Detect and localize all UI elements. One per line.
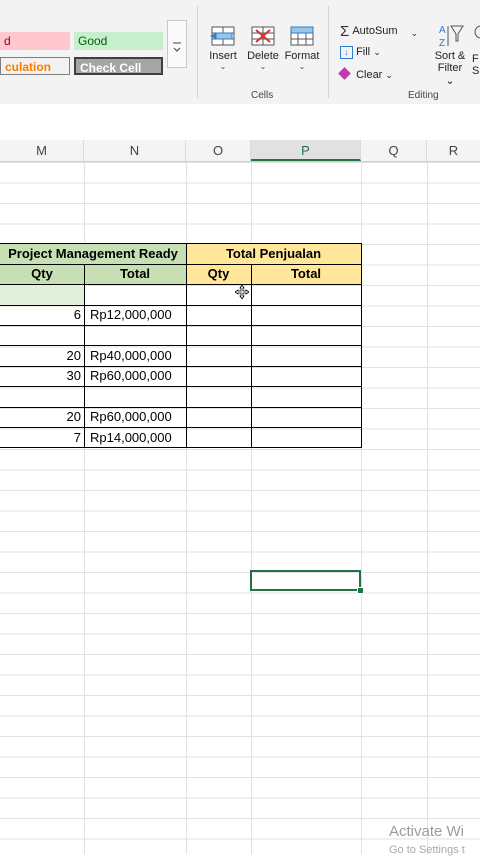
delete-label: Delete: [247, 50, 279, 62]
find-icon: [474, 25, 480, 39]
style-good[interactable]: Good: [74, 32, 163, 50]
table-border: [0, 407, 361, 408]
cells-group-label: Cells: [251, 90, 274, 101]
total-cell[interactable]: Rp40,000,000: [84, 346, 186, 366]
qty-cell[interactable]: [0, 387, 84, 407]
subheader-qty[interactable]: Qty: [0, 264, 84, 284]
sigma-icon: Σ: [340, 23, 350, 40]
table-border: [84, 264, 85, 448]
qty-cell[interactable]: 6: [0, 305, 84, 325]
chevron-down-icon: [173, 42, 181, 52]
subheader-total[interactable]: Total: [251, 264, 361, 284]
find-select-button[interactable]: F S: [472, 22, 480, 77]
total-cell[interactable]: Rp14,000,000: [84, 428, 186, 448]
total-cell[interactable]: Rp12,000,000: [84, 305, 186, 325]
fill-handle[interactable]: [357, 587, 364, 594]
column-header-r[interactable]: R: [427, 140, 480, 161]
gridline: [427, 162, 428, 854]
table-border: [0, 345, 361, 346]
table-border: [0, 284, 361, 285]
formula-bar-area: [0, 104, 480, 140]
sort-filter-icon: A Z: [439, 25, 464, 49]
fill-down-icon: ↓: [340, 46, 353, 59]
move-cursor-icon: [234, 284, 250, 304]
column-header-q[interactable]: Q: [361, 140, 427, 161]
column-header-o[interactable]: O: [186, 140, 251, 161]
eraser-icon: [338, 67, 351, 80]
qty-cell[interactable]: [0, 285, 84, 305]
fill-button[interactable]: ↓ Fill ⌄: [340, 46, 381, 59]
total-cell[interactable]: [84, 387, 186, 407]
qty-cell[interactable]: 30: [0, 366, 84, 386]
chevron-down-icon: ⌄: [385, 70, 393, 80]
format-cells-icon: [290, 26, 314, 46]
ribbon-separator: [328, 6, 329, 98]
style-calculation[interactable]: culation: [0, 57, 70, 75]
table-border: [0, 427, 361, 428]
header-project-management-ready[interactable]: Project Management Ready: [0, 243, 186, 264]
delete-cells-icon: [251, 26, 275, 46]
column-header-n[interactable]: N: [84, 140, 186, 161]
chevron-down-icon: ⌄: [373, 47, 381, 57]
autosum-button[interactable]: Σ AutoSum ⌄: [340, 23, 418, 40]
activation-watermark-subtext: Go to Settings t: [389, 844, 465, 856]
qty-cell[interactable]: 20: [0, 346, 84, 366]
svg-text:Z: Z: [439, 38, 445, 49]
table-border: [0, 325, 361, 326]
svg-text:A: A: [439, 25, 446, 36]
insert-button[interactable]: Insert ⌄: [204, 24, 242, 71]
styles-gallery-more-button[interactable]: [167, 20, 187, 68]
subheader-qty[interactable]: Qty: [186, 264, 251, 284]
table-border: [0, 243, 361, 244]
table-border: [0, 366, 361, 367]
qty-cell[interactable]: 7: [0, 428, 84, 448]
column-header-p[interactable]: P: [251, 140, 361, 161]
total-cell[interactable]: [84, 285, 186, 305]
table-border: [361, 243, 362, 448]
delete-button[interactable]: Delete ⌄: [244, 24, 282, 71]
column-header-m[interactable]: M: [0, 140, 84, 161]
ribbon: d Good culation Check Cell Insert ⌄ Dele…: [0, 0, 480, 105]
activation-watermark: Activate Wi: [389, 823, 465, 840]
style-check-cell[interactable]: Check Cell: [74, 57, 163, 75]
table-border: [186, 243, 187, 448]
table-border: [0, 264, 361, 265]
table-border: [251, 264, 252, 448]
style-bad[interactable]: d: [0, 32, 70, 50]
ribbon-separator: [197, 6, 198, 98]
insert-cells-icon: [210, 26, 235, 46]
qty-cell[interactable]: 20: [0, 407, 84, 427]
subheader-total[interactable]: Total: [84, 264, 186, 284]
format-button[interactable]: Format ⌄: [284, 24, 320, 71]
chevron-down-icon: ⌄: [410, 28, 419, 38]
table-border: [0, 386, 361, 387]
qty-cell[interactable]: [0, 325, 84, 345]
editing-group-label: Editing: [408, 90, 439, 101]
table-border: [0, 447, 361, 448]
header-total-penjualan[interactable]: Total Penjualan: [186, 243, 361, 264]
sort-filter-button[interactable]: A Z Sort & Filter ⌄: [432, 22, 468, 87]
insert-label: Insert: [209, 50, 237, 62]
total-cell[interactable]: Rp60,000,000: [84, 407, 186, 427]
total-cell[interactable]: Rp60,000,000: [84, 366, 186, 386]
clear-button[interactable]: Clear ⌄: [338, 67, 393, 81]
active-cell-selection[interactable]: [250, 570, 361, 591]
column-headers: M N O P Q R: [0, 140, 480, 162]
total-cell[interactable]: [84, 325, 186, 345]
format-label: Format: [284, 50, 320, 62]
table-border: [0, 305, 361, 306]
